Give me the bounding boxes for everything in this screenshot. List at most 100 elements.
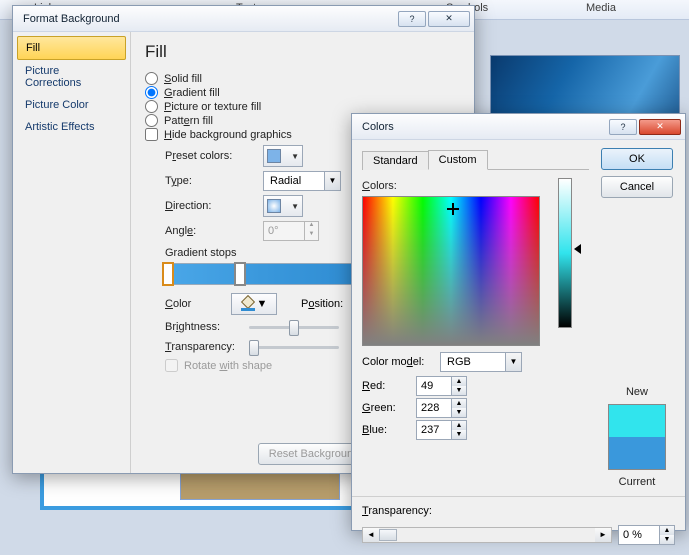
spin-down-icon: ▼: [305, 231, 318, 240]
rotate-with-shape-label: Rotate with shape: [184, 360, 272, 372]
colors-titlebar[interactable]: Colors ? ✕: [352, 114, 685, 140]
spin-down-icon[interactable]: ▼: [452, 408, 466, 417]
chevron-down-icon: ▼: [291, 202, 299, 211]
color-model-value: RGB: [441, 356, 505, 368]
transparency-footer-label: Transparency:: [362, 505, 432, 517]
chevron-down-icon: ▼: [257, 298, 268, 310]
color-label: Color: [165, 298, 225, 310]
pattern-fill-radio[interactable]: [145, 114, 158, 127]
blue-value[interactable]: 237: [417, 421, 451, 439]
picture-fill-label[interactable]: Picture or texture fill: [164, 101, 261, 113]
cancel-button[interactable]: Cancel: [601, 176, 673, 198]
spectrum-crosshair[interactable]: [447, 203, 459, 215]
blue-spinner[interactable]: 237▲▼: [416, 420, 467, 440]
brightness-label: Brightness:: [165, 321, 243, 333]
help-button[interactable]: ?: [609, 119, 637, 135]
scroll-right-icon[interactable]: ►: [595, 528, 611, 542]
slider-thumb[interactable]: [249, 340, 259, 356]
hide-graphics-label[interactable]: Hide background graphics: [164, 129, 292, 141]
picture-fill-radio[interactable]: [145, 100, 158, 113]
color-model-combo[interactable]: RGB▼: [440, 352, 522, 372]
ribbon-group-media: Media: [586, 2, 616, 14]
gradient-stop-1[interactable]: [162, 262, 174, 286]
type-combo[interactable]: Radial▼: [263, 171, 341, 191]
red-spinner[interactable]: 49▲▼: [416, 376, 467, 396]
current-color-swatch: [609, 437, 665, 469]
colors-title: Colors: [362, 121, 394, 133]
transparency-scrollbar[interactable]: ◄ ►: [362, 527, 612, 543]
help-button[interactable]: ?: [398, 11, 426, 27]
paint-bucket-icon: [241, 297, 255, 311]
transparency-slider[interactable]: [249, 339, 339, 355]
spin-down-icon[interactable]: ▼: [452, 430, 466, 439]
angle-spinner: 0°▲▼: [263, 221, 319, 241]
close-window-button[interactable]: ✕: [428, 11, 470, 27]
blue-label: Blue:: [362, 424, 410, 436]
spin-up-icon[interactable]: ▲: [452, 399, 466, 408]
slider-thumb[interactable]: [289, 320, 299, 336]
scroll-left-icon[interactable]: ◄: [363, 528, 379, 542]
new-label: New: [626, 386, 648, 398]
transparency-label: Transparency:: [165, 341, 243, 353]
slide-thumbnail[interactable]: [180, 470, 340, 500]
scroll-thumb[interactable]: [379, 529, 397, 541]
pattern-fill-label[interactable]: Pattern fill: [164, 115, 213, 127]
nav-fill[interactable]: Fill: [17, 36, 126, 60]
rotate-with-shape-checkbox: [165, 359, 178, 372]
red-value[interactable]: 49: [417, 377, 451, 395]
new-color-swatch: [609, 405, 665, 437]
gradient-fill-radio[interactable]: [145, 86, 158, 99]
color-spectrum[interactable]: [362, 196, 540, 346]
spin-up-icon: ▲: [305, 222, 318, 231]
spin-down-icon[interactable]: ▼: [660, 535, 674, 544]
transparency-spinner[interactable]: 0 %▲▼: [618, 525, 675, 545]
chevron-down-icon: ▼: [291, 152, 299, 161]
red-label: Red:: [362, 380, 410, 392]
direction-label: Direction:: [165, 200, 257, 212]
nav-picture-corrections[interactable]: Picture Corrections: [17, 60, 126, 94]
direction-swatch-icon: [267, 199, 281, 213]
gradient-stops-slider[interactable]: [165, 263, 360, 285]
angle-value: 0°: [264, 225, 304, 237]
luminance-bar[interactable]: [558, 178, 572, 328]
gradient-stop-2[interactable]: [234, 262, 246, 286]
tab-custom[interactable]: Custom: [428, 150, 488, 170]
brightness-slider[interactable]: [249, 319, 339, 335]
type-value: Radial: [264, 175, 324, 187]
hide-graphics-checkbox[interactable]: [145, 128, 158, 141]
ok-button[interactable]: OK: [601, 148, 673, 170]
tab-standard[interactable]: Standard: [362, 151, 429, 170]
preset-colors-label: Preset colors:: [165, 150, 257, 162]
transparency-value[interactable]: 0 %: [619, 526, 659, 544]
format-background-nav: Fill Picture Corrections Picture Color A…: [13, 32, 131, 473]
color-dropdown[interactable]: ▼: [231, 293, 277, 315]
nav-artistic-effects[interactable]: Artistic Effects: [17, 116, 126, 138]
colors-tabs: Standard Custom: [362, 148, 589, 170]
type-label: Type:: [165, 175, 257, 187]
preset-swatch-icon: [267, 149, 281, 163]
spin-down-icon[interactable]: ▼: [452, 386, 466, 395]
nav-picture-color[interactable]: Picture Color: [17, 94, 126, 116]
position-label: Position:: [301, 298, 343, 310]
chevron-down-icon: ▼: [505, 353, 521, 371]
spin-up-icon[interactable]: ▲: [452, 377, 466, 386]
direction-dropdown[interactable]: ▼: [263, 195, 303, 217]
chevron-down-icon: ▼: [324, 172, 340, 190]
solid-fill-label[interactable]: SSolid fillolid fill: [164, 73, 202, 85]
fill-heading: Fill: [145, 42, 462, 62]
format-background-titlebar[interactable]: Format Background ? ✕: [13, 6, 474, 32]
gradient-fill-label[interactable]: Gradient fill: [164, 87, 220, 99]
green-value[interactable]: 228: [417, 399, 451, 417]
colors-field-label: Colors:: [362, 180, 589, 192]
close-window-button[interactable]: ✕: [639, 119, 681, 135]
preset-colors-dropdown[interactable]: ▼: [263, 145, 303, 167]
green-label: Green:: [362, 402, 410, 414]
angle-label: Angle:: [165, 225, 257, 237]
colors-dialog: Colors ? ✕ Standard Custom Colors: Color…: [351, 113, 686, 531]
green-spinner[interactable]: 228▲▼: [416, 398, 467, 418]
spin-up-icon[interactable]: ▲: [452, 421, 466, 430]
color-compare-swatch: [608, 404, 666, 470]
solid-fill-radio[interactable]: [145, 72, 158, 85]
luminance-arrow-icon[interactable]: [574, 244, 581, 254]
current-label: Current: [619, 476, 656, 488]
